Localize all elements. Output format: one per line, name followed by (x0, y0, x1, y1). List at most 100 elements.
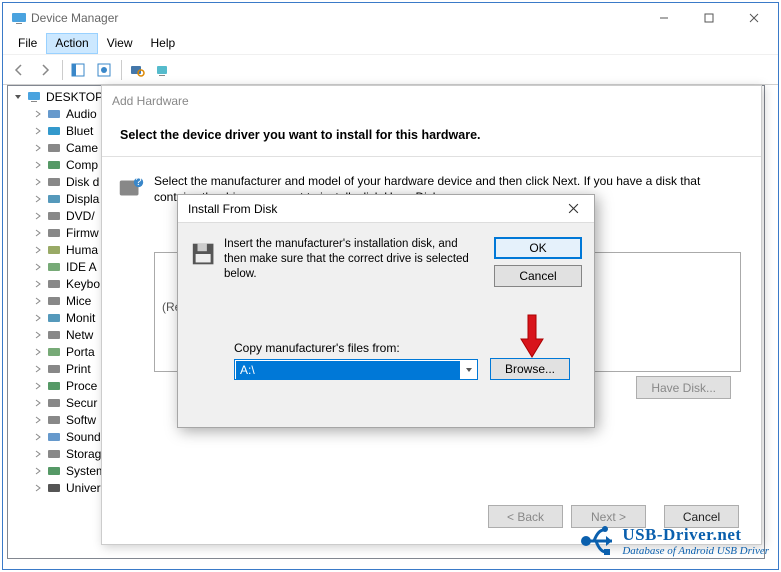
close-button[interactable] (731, 4, 776, 32)
menu-file[interactable]: File (9, 33, 46, 54)
tree-item-label: Huma (66, 243, 98, 257)
usb-logo-icon (576, 520, 618, 562)
tree-item-label: Mice (66, 294, 91, 308)
chevron-right-icon[interactable] (32, 244, 44, 256)
ok-button[interactable]: OK (494, 237, 582, 259)
device-category-icon (46, 140, 62, 156)
watermark: USB-Driver.net Database of Android USB D… (576, 520, 769, 562)
chevron-right-icon[interactable] (32, 295, 44, 307)
device-category-icon (46, 480, 62, 496)
add-hardware-title: Add Hardware (102, 86, 761, 116)
chevron-right-icon[interactable] (32, 176, 44, 188)
annotation-arrow-icon (519, 313, 545, 362)
menubar: File Action View Help (3, 33, 778, 55)
chevron-right-icon[interactable] (32, 108, 44, 120)
tree-item-label: Firmw (66, 226, 99, 240)
path-combobox[interactable]: A:\ (234, 359, 478, 380)
scan-hardware-icon[interactable] (125, 58, 149, 82)
separator (62, 60, 63, 80)
help-icon[interactable] (92, 58, 116, 82)
show-hide-console-icon[interactable] (66, 58, 90, 82)
chevron-right-icon[interactable] (32, 125, 44, 137)
watermark-title: USB-Driver.net (622, 525, 769, 545)
add-legacy-hardware-icon[interactable] (151, 58, 175, 82)
device-category-icon (46, 242, 62, 258)
tree-item-label: Bluet (66, 124, 93, 138)
maximize-button[interactable] (686, 4, 731, 32)
device-category-icon (46, 344, 62, 360)
cancel-button[interactable]: Cancel (494, 265, 582, 287)
tree-item-label: Softw (66, 413, 96, 427)
tree-item-label: Sound (66, 430, 101, 444)
chevron-right-icon[interactable] (32, 159, 44, 171)
chevron-right-icon[interactable] (32, 431, 44, 443)
close-icon[interactable] (558, 198, 588, 220)
device-category-icon (46, 123, 62, 139)
chevron-right-icon[interactable] (32, 465, 44, 477)
device-category-icon (46, 106, 62, 122)
device-category-icon (46, 378, 62, 394)
app-icon (11, 10, 27, 26)
device-category-icon (46, 446, 62, 462)
tree-item-label: Keybo (66, 277, 100, 291)
chevron-right-icon[interactable] (32, 210, 44, 222)
forward-icon[interactable] (33, 58, 57, 82)
chevron-right-icon[interactable] (32, 448, 44, 460)
watermark-subtitle: Database of Android USB Driver (622, 545, 769, 557)
tree-item-label: DVD/ (66, 209, 95, 223)
chevron-right-icon[interactable] (32, 482, 44, 494)
add-hardware-heading: Select the device driver you want to ins… (102, 116, 761, 152)
minimize-button[interactable] (641, 4, 686, 32)
chevron-right-icon[interactable] (32, 380, 44, 392)
menu-action[interactable]: Action (46, 33, 97, 54)
tree-item-label: Proce (66, 379, 97, 393)
chevron-right-icon[interactable] (32, 346, 44, 358)
install-from-disk-dialog: Install From Disk Insert the manufacture… (177, 194, 595, 428)
device-category-icon (46, 429, 62, 445)
chevron-right-icon[interactable] (32, 261, 44, 273)
copy-from-label: Copy manufacturer's files from: (234, 341, 400, 355)
device-category-icon (46, 463, 62, 479)
chevron-right-icon[interactable] (32, 227, 44, 239)
tree-item-label: Disk d (66, 175, 99, 189)
chevron-right-icon[interactable] (32, 312, 44, 324)
path-value: A:\ (236, 361, 460, 379)
tree-item-label: Porta (66, 345, 95, 359)
have-disk-button[interactable]: Have Disk... (636, 376, 731, 399)
device-category-icon (46, 276, 62, 292)
computer-icon (26, 89, 42, 105)
back-icon[interactable] (7, 58, 31, 82)
chevron-down-icon[interactable] (12, 91, 24, 103)
device-category-icon (46, 412, 62, 428)
chevron-right-icon[interactable] (32, 142, 44, 154)
tree-item-label: Print (66, 362, 91, 376)
tree-item-label: IDE A (66, 260, 97, 274)
chevron-right-icon[interactable] (32, 414, 44, 426)
toolbar (3, 55, 778, 85)
device-manager-window: Device Manager File Action View Help DE (2, 2, 779, 570)
chevron-right-icon[interactable] (32, 363, 44, 375)
titlebar[interactable]: Device Manager (3, 3, 778, 33)
tree-item-label: Audio (66, 107, 97, 121)
chevron-right-icon[interactable] (32, 278, 44, 290)
menu-view[interactable]: View (98, 33, 142, 54)
tree-item-label: Comp (66, 158, 98, 172)
chevron-down-icon[interactable] (461, 366, 477, 374)
back-button[interactable]: < Back (488, 505, 563, 528)
chevron-right-icon[interactable] (32, 329, 44, 341)
tree-item-label: Secur (66, 396, 97, 410)
chevron-right-icon[interactable] (32, 193, 44, 205)
device-category-icon (46, 395, 62, 411)
floppy-disk-icon (190, 237, 224, 287)
menu-help[interactable]: Help (142, 33, 185, 54)
tree-item-label: Monit (66, 311, 95, 325)
device-category-icon (46, 327, 62, 343)
device-category-icon (46, 310, 62, 326)
tree-item-label: Displa (66, 192, 99, 206)
device-category-icon (46, 191, 62, 207)
device-category-icon (46, 208, 62, 224)
tree-item-label: Came (66, 141, 98, 155)
device-category-icon (46, 174, 62, 190)
chevron-right-icon[interactable] (32, 397, 44, 409)
window-title: Device Manager (31, 11, 641, 25)
